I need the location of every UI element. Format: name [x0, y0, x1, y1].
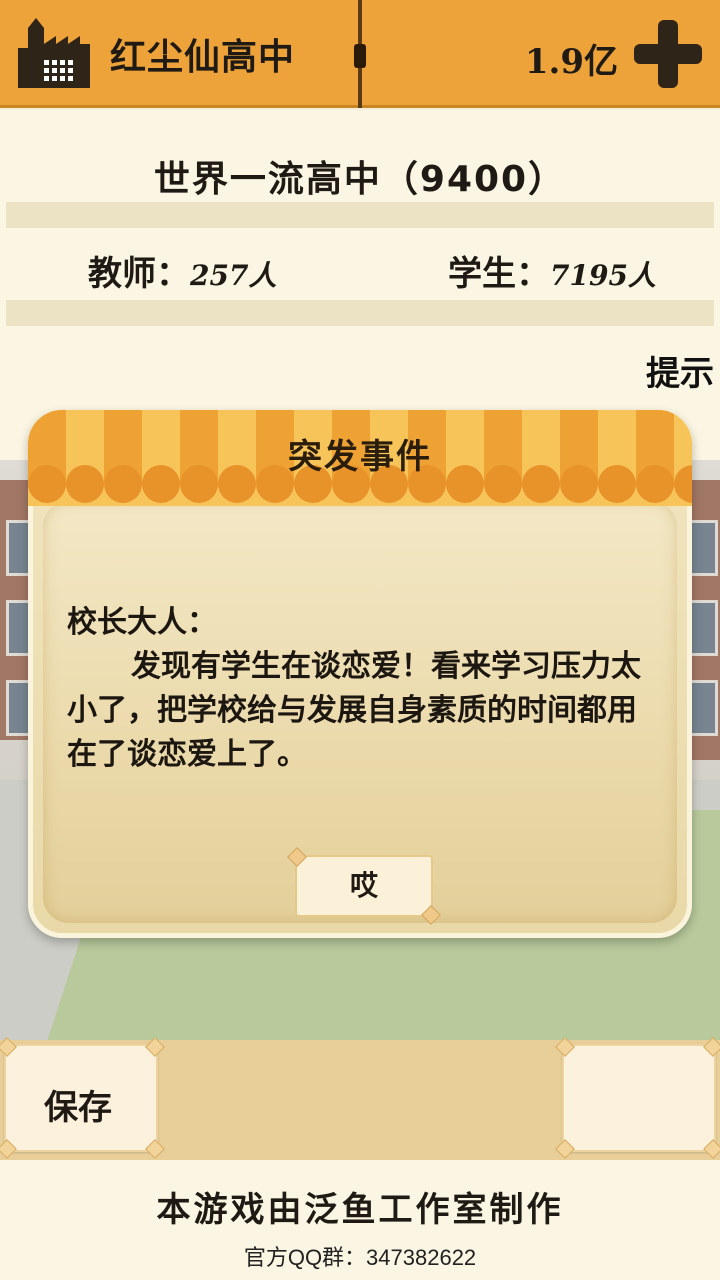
school-info-panel: 世界一流高中（9400） 教师：257人 学生：7195人 提示 [0, 110, 720, 460]
hint-label[interactable]: 提示 [646, 346, 720, 395]
studio-credit: 本游戏由泛鱼工作室制作 [156, 1190, 564, 1230]
school-rank: 世界一流高中（9400） [153, 159, 567, 200]
bottom-panel: 保存 [0, 1037, 720, 1160]
dialog-salutation: 校长大人： [67, 605, 217, 640]
school-building-icon[interactable] [14, 14, 94, 90]
student-label: 学生： [448, 254, 550, 294]
dismiss-button[interactable]: 哎 [295, 855, 433, 917]
event-dialog: 突发事件 校长大人： 发现有学生在谈恋爱！看来学习压力太小了，把学校给与发展自身… [28, 410, 692, 938]
divider-stripe [6, 202, 714, 228]
school-name: 红尘仙高中 [110, 37, 296, 78]
dialog-title: 突发事件 [288, 437, 432, 477]
divider-stripe [6, 300, 714, 326]
dialog-message-body: 发现有学生在谈恋爱！看来学习压力太小了，把学校给与发展自身素质的时间都用在了谈恋… [67, 649, 641, 772]
divider-knob [354, 44, 366, 68]
teacher-value: 257人 [190, 259, 277, 292]
student-value: 7195人 [550, 259, 656, 292]
add-money-button[interactable] [630, 16, 706, 92]
top-bar: 红尘仙高中 1.9亿 [0, 0, 720, 108]
teacher-count: 教师：257人 [88, 246, 276, 295]
blank-action-button[interactable] [555, 1037, 720, 1159]
teacher-label: 教师： [88, 254, 190, 294]
student-count: 学生：7195人 [448, 246, 656, 295]
money-amount: 1.9亿 [524, 42, 618, 82]
footer: 本游戏由泛鱼工作室制作 官方QQ群：347382622 [0, 1160, 720, 1280]
dialog-message: 校长大人： 发现有学生在谈恋爱！看来学习压力太小了，把学校给与发展自身素质的时间… [67, 601, 657, 777]
save-button-label: 保存 [44, 1088, 112, 1128]
qq-group: 官方QQ群：347382622 [243, 1245, 477, 1270]
save-button[interactable]: 保存 [0, 1037, 165, 1159]
